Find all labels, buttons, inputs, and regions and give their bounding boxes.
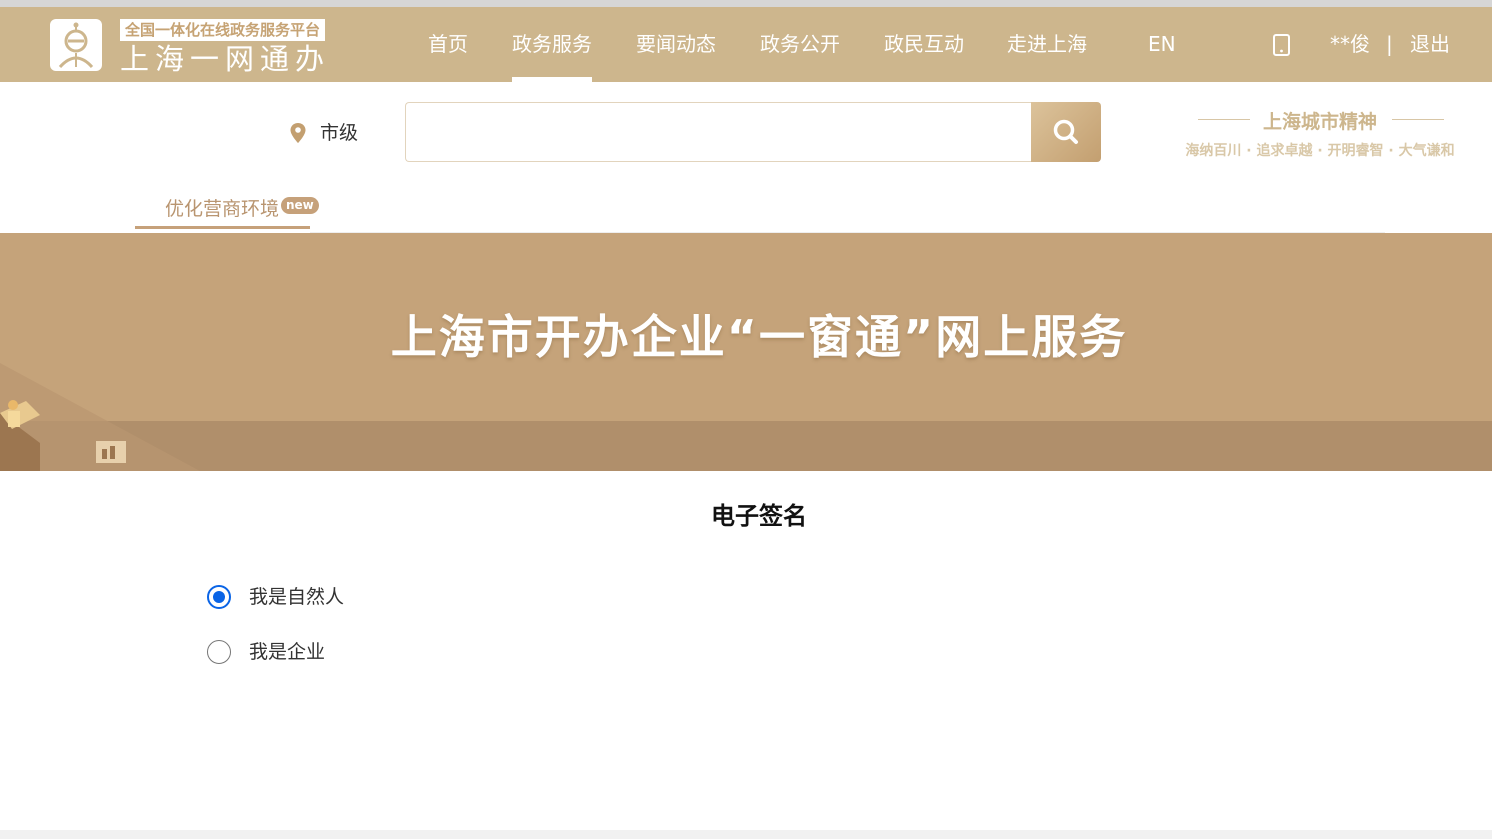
map-pin-icon: [290, 123, 306, 143]
site-header: 全国一体化在线政务服务平台 上海一网通办 首页 政务服务 要闻动态 政务公开 政…: [0, 7, 1492, 82]
nav-news[interactable]: 要闻动态: [636, 7, 716, 82]
banner-title: 上海市开办企业“一窗通”网上服务: [390, 310, 1128, 364]
user-name[interactable]: **俊: [1330, 7, 1370, 82]
building-illustration-icon: [0, 363, 200, 471]
search-input[interactable]: [405, 102, 1032, 162]
search-button[interactable]: [1031, 102, 1101, 162]
city-spirit-title: 上海城市精神: [1262, 111, 1377, 133]
new-badge: new: [281, 197, 319, 214]
header-separator: |: [1386, 32, 1393, 56]
location-label: 市级: [320, 122, 359, 144]
nav-citizen-interaction[interactable]: 政民互动: [884, 7, 964, 82]
spirit-divider-right: [1392, 119, 1444, 120]
logo-emblem-icon: [50, 19, 102, 71]
city-spirit-slogan: 海纳百川 · 追求卓越 · 开明睿智 · 大气谦和: [1185, 143, 1455, 159]
nav-about-shanghai[interactable]: 走进上海: [1007, 7, 1087, 82]
section-title: 电子签名: [711, 502, 807, 530]
logout-link[interactable]: 退出: [1410, 7, 1450, 82]
site-logo[interactable]: 全国一体化在线政务服务平台 上海一网通办: [50, 19, 335, 76]
radio-label-enterprise: 我是企业: [249, 641, 326, 663]
radio-label-natural-person: 我是自然人: [249, 586, 345, 608]
search-icon: [1053, 119, 1078, 144]
spirit-divider-left: [1198, 119, 1250, 120]
footer-strip: [0, 830, 1492, 839]
logo-subtitle: 全国一体化在线政务服务平台: [120, 19, 326, 41]
radio-button-unchecked[interactable]: [207, 640, 231, 664]
nav-english[interactable]: EN: [1148, 7, 1176, 82]
tab-label: 优化营商环境: [165, 198, 280, 220]
tab-optimize-business-environment[interactable]: 优化营商环境 new: [135, 190, 319, 229]
nav-public-affairs[interactable]: 政务公开: [760, 7, 840, 82]
browser-top-strip: [0, 0, 1492, 7]
mobile-phone-icon[interactable]: [1273, 34, 1290, 60]
radio-button-checked[interactable]: [207, 585, 231, 609]
city-spirit-banner: 上海城市精神 海纳百川 · 追求卓越 · 开明睿智 · 大气谦和: [1170, 105, 1470, 165]
logo-title: 上海一网通办: [120, 42, 331, 76]
nav-government-services[interactable]: 政务服务: [512, 7, 592, 82]
nav-home[interactable]: 首页: [428, 7, 468, 82]
banner-bottom-band: [0, 421, 1492, 471]
hero-banner: 上海市开办企业“一窗通”网上服务: [0, 233, 1492, 471]
